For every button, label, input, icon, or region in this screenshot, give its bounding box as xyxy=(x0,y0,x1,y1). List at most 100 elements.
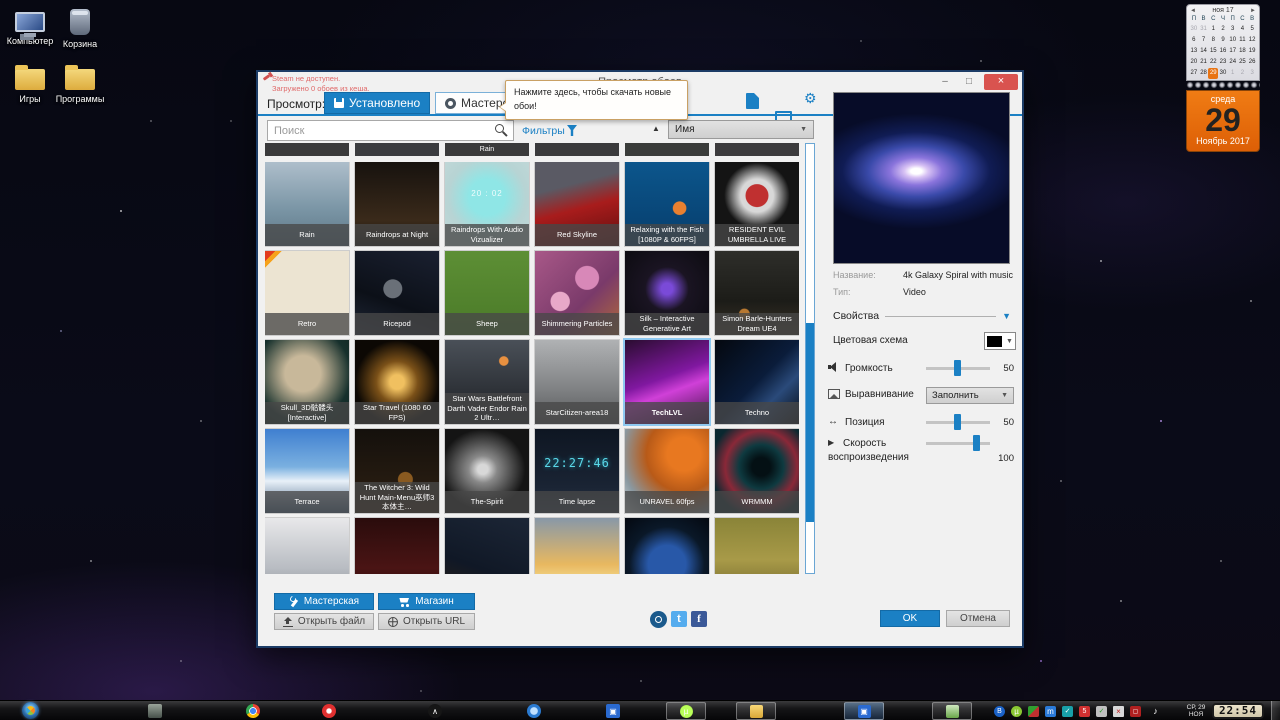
wallpaper-tile[interactable]: The-Spirit xyxy=(445,429,529,513)
wallpaper-tile[interactable] xyxy=(715,518,799,574)
alignment-dropdown[interactable]: Заполнить ▼ xyxy=(926,387,1014,404)
calendar-day[interactable]: 26 xyxy=(1247,57,1257,68)
taskbar-pinned-icon[interactable] xyxy=(246,704,260,718)
speed-slider-thumb[interactable] xyxy=(973,435,980,451)
taskbar-pinned-icon[interactable] xyxy=(322,704,336,718)
desktop-icon[interactable]: Компьютер xyxy=(4,8,56,46)
tray-icon[interactable]: ♪ xyxy=(1150,706,1161,717)
taskbar-window-button[interactable]: µ xyxy=(666,702,706,720)
wallpaper-tile[interactable]: RESIDENT EVIL UMBRELLA LIVE xyxy=(715,162,799,246)
wallpaper-tile[interactable]: Silk – Interactive Generative Art xyxy=(625,251,709,335)
wallpaper-tile[interactable] xyxy=(265,518,349,574)
wallpaper-tile[interactable]: Techno xyxy=(715,340,799,424)
calendar-day[interactable]: 13 xyxy=(1189,46,1199,57)
calendar-day[interactable]: 4 xyxy=(1238,24,1248,35)
taskbar-window-button[interactable] xyxy=(736,702,776,720)
filter-icon[interactable] xyxy=(567,125,577,136)
calendar-day[interactable]: 29 xyxy=(1208,68,1219,79)
desktop-icon[interactable]: Игры xyxy=(4,62,56,104)
wallpaper-tile[interactable]: Star Wars Battlefront Darth Vader Endor … xyxy=(445,340,529,424)
wallpaper-tile[interactable]: Red Skyline xyxy=(535,162,619,246)
position-slider-thumb[interactable] xyxy=(954,414,961,430)
workshop-button[interactable]: Мастерская xyxy=(274,593,374,610)
color-scheme-dropdown[interactable]: ▼ xyxy=(984,332,1016,350)
wallpaper-tile[interactable] xyxy=(535,518,619,574)
desktop-icon[interactable]: Корзина xyxy=(54,8,106,49)
filters-link[interactable]: Фильтры xyxy=(522,125,565,137)
grid-scrollbar-thumb[interactable] xyxy=(806,323,814,522)
calendar-day[interactable]: 23 xyxy=(1218,57,1228,68)
calendar-day[interactable]: 1 xyxy=(1208,24,1218,35)
facebook-icon[interactable]: f xyxy=(691,611,707,627)
taskbar-window-button[interactable] xyxy=(932,702,972,720)
minimize-button[interactable]: – xyxy=(934,74,956,90)
calendar-day[interactable]: 28 xyxy=(1199,68,1209,79)
calendar-day[interactable]: 24 xyxy=(1228,57,1238,68)
cancel-button[interactable]: Отмена xyxy=(946,610,1010,627)
position-slider[interactable] xyxy=(926,414,990,430)
gear-icon[interactable]: ⚙ xyxy=(804,90,817,107)
calendar-day[interactable]: 17 xyxy=(1228,46,1238,57)
calendar-day[interactable]: 9 xyxy=(1218,35,1228,46)
wallpaper-tile[interactable]: StarCitizen-area18 xyxy=(535,340,619,424)
wallpaper-tile[interactable]: Skull_3D骷髅头 [Interactive] xyxy=(265,340,349,424)
wallpaper-tile[interactable] xyxy=(445,518,529,574)
shop-button[interactable]: Магазин xyxy=(378,593,475,610)
steam-social-icon[interactable] xyxy=(650,611,667,628)
calendar-day[interactable]: 11 xyxy=(1238,35,1248,46)
tray-icon[interactable] xyxy=(1028,706,1039,717)
calendar-day[interactable]: 8 xyxy=(1208,35,1218,46)
tray-icon[interactable]: B xyxy=(994,706,1005,717)
calendar-day[interactable]: 15 xyxy=(1208,46,1218,57)
calendar-day[interactable]: 2 xyxy=(1238,68,1248,79)
taskbar-date[interactable]: СР, 29 НОЯ xyxy=(1183,704,1209,718)
tab-installed[interactable]: Установлено xyxy=(324,92,431,114)
taskbar-window-button[interactable]: ▣ xyxy=(844,702,884,720)
wallpaper-tile[interactable]: The Witcher 3: Wild Hunt Main-Menu巫师3本体主… xyxy=(355,429,439,513)
taskbar-pinned-icon[interactable] xyxy=(527,704,541,718)
show-desktop-button[interactable] xyxy=(1271,701,1280,720)
calendar-day[interactable]: 30 xyxy=(1218,68,1228,79)
calendar-day[interactable]: 20 xyxy=(1189,57,1199,68)
taskbar-clock[interactable]: 22:54 xyxy=(1212,703,1264,719)
calendar-day[interactable]: 7 xyxy=(1199,35,1209,46)
speed-slider[interactable] xyxy=(926,435,990,451)
desktop-icon[interactable]: Программы xyxy=(54,62,106,104)
wallpaper-tile[interactable]: Retro xyxy=(265,251,349,335)
calendar-day[interactable]: 30 xyxy=(1189,24,1199,35)
calendar-day[interactable]: 25 xyxy=(1238,57,1248,68)
wallpaper-tile-partial[interactable] xyxy=(715,143,799,156)
ok-button[interactable]: OK xyxy=(880,610,940,627)
tray-icon[interactable]: × xyxy=(1113,706,1124,717)
wallpaper-tile-partial[interactable]: Rain xyxy=(445,143,529,156)
wallpaper-tile[interactable]: Terrace xyxy=(265,429,349,513)
calendar-day[interactable]: 10 xyxy=(1228,35,1238,46)
tray-icon[interactable]: µ xyxy=(1011,706,1022,717)
properties-collapse-icon[interactable]: ▼ xyxy=(1002,311,1011,321)
taskbar-pinned-icon[interactable]: ∧ xyxy=(428,704,442,718)
calendar-day[interactable]: 27 xyxy=(1189,68,1199,79)
wallpaper-tile-partial[interactable] xyxy=(535,143,619,156)
wallpaper-tile[interactable] xyxy=(355,518,439,574)
tray-icon[interactable]: 5 xyxy=(1079,706,1090,717)
wallpaper-tile-partial[interactable] xyxy=(355,143,439,156)
tray-icon[interactable]: m xyxy=(1045,706,1056,717)
wallpaper-tile[interactable]: Raindrops at Night xyxy=(355,162,439,246)
tray-icon[interactable]: ▢ xyxy=(1130,706,1141,717)
twitter-icon[interactable]: t xyxy=(671,611,687,627)
calendar-day[interactable]: 31 xyxy=(1199,24,1209,35)
calendar-prev-icon[interactable]: ◄ xyxy=(1190,8,1196,14)
calendar-day[interactable]: 16 xyxy=(1218,46,1228,57)
calendar-day[interactable]: 14 xyxy=(1199,46,1209,57)
taskbar-pinned-icon[interactable] xyxy=(148,704,162,718)
wallpaper-tile[interactable]: Simon Barle-Hunters Dream UE4 xyxy=(715,251,799,335)
open-url-button[interactable]: Открыть URL xyxy=(378,613,475,630)
new-wallpaper-icon[interactable] xyxy=(746,93,759,109)
calendar-day[interactable]: 3 xyxy=(1228,24,1238,35)
calendar-day[interactable]: 18 xyxy=(1238,46,1248,57)
calendar-day[interactable]: 22 xyxy=(1208,57,1218,68)
wallpaper-tile[interactable]: UNRAVEL 60fps xyxy=(625,429,709,513)
calendar-next-icon[interactable]: ► xyxy=(1250,8,1256,14)
tray-icon[interactable]: ✓ xyxy=(1062,706,1073,717)
wallpaper-tile[interactable]: Ricepod xyxy=(355,251,439,335)
